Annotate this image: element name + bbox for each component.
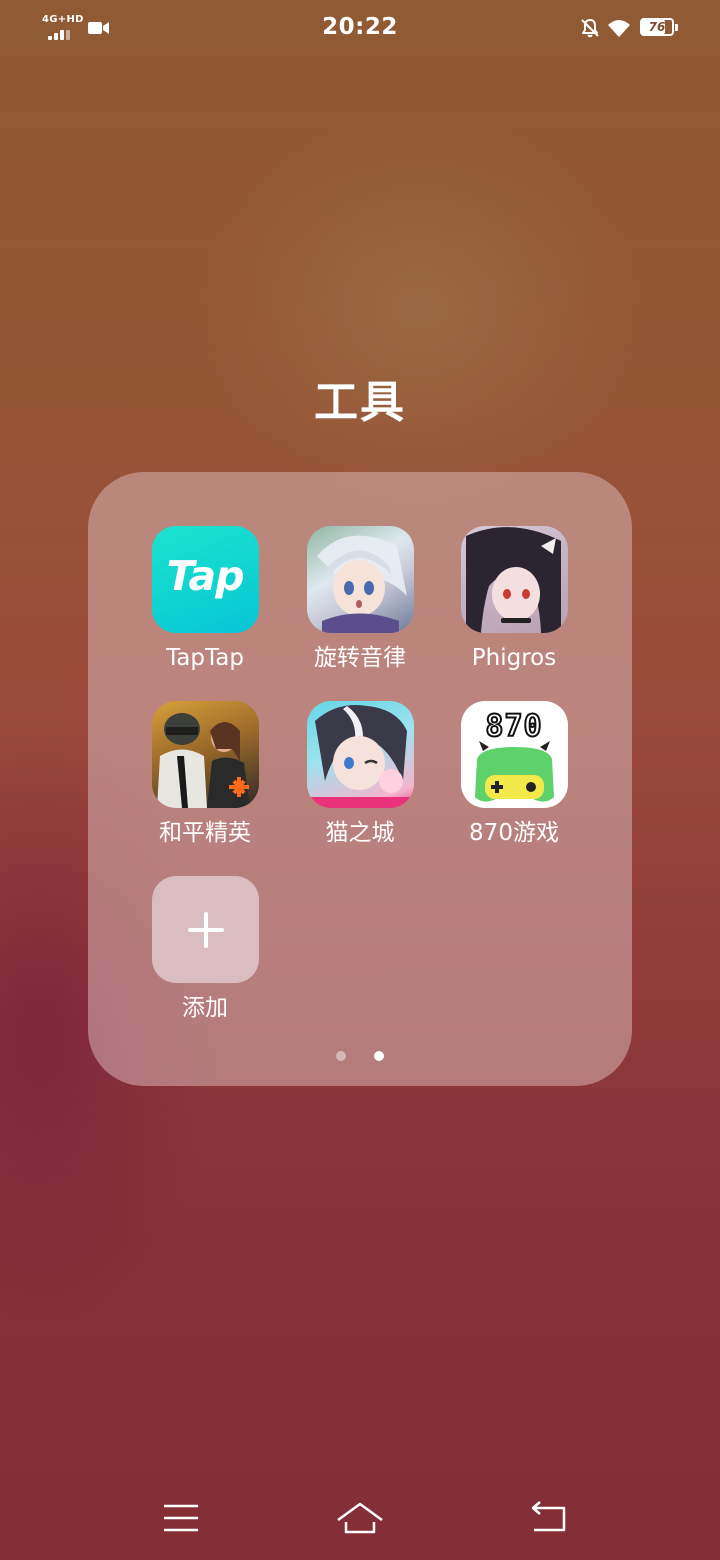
app-label: 和平精英 (159, 820, 251, 846)
page-indicator (88, 1046, 632, 1061)
cat-fantasy-app-icon (306, 701, 414, 808)
app-game-for-peace[interactable]: 和平精英 (130, 701, 280, 848)
folder-panel: Tap TapTap 旋转音律 Phigros 和平精英 猫之城 870 870… (88, 472, 632, 1086)
rotaeno-app-icon (306, 526, 414, 633)
home-icon (337, 1502, 383, 1534)
app-870-games[interactable]: 870 870游戏 (439, 701, 589, 848)
app-phigros[interactable]: Phigros (439, 526, 589, 673)
folder-title[interactable]: 工具 (0, 366, 720, 430)
870-games-app-icon: 870 (460, 701, 568, 808)
battery-icon: 76 (640, 18, 680, 38)
app-rotaeno[interactable]: 旋转音律 (285, 526, 435, 673)
back-button[interactable] (526, 1490, 570, 1546)
menu-icon (164, 1504, 198, 1532)
add-label: 添加 (182, 995, 228, 1021)
plus-icon (151, 876, 259, 983)
app-label: Phigros (471, 645, 557, 671)
app-label: 猫之城 (325, 820, 395, 846)
wifi-icon (608, 20, 630, 37)
bell-off-icon (581, 19, 599, 38)
home-button[interactable] (334, 1490, 386, 1546)
status-bar: 4G+HD 20:22 76 (0, 0, 720, 56)
app-label: TapTap (166, 645, 244, 671)
phigros-app-icon (460, 526, 568, 633)
app-taptap[interactable]: Tap TapTap (130, 526, 280, 673)
battery-level: 76 (648, 20, 666, 34)
add-app-button[interactable]: 添加 (130, 876, 280, 1023)
back-icon (531, 1501, 566, 1532)
game-for-peace-app-icon (151, 701, 259, 808)
taptap-app-icon: Tap (151, 526, 259, 633)
app-label: 870游戏 (469, 820, 559, 846)
page-dot-2[interactable] (373, 1051, 384, 1061)
home-screen: 4G+HD 20:22 76 工具 Tap TapTap 旋转音律 Phigro… (0, 0, 720, 1560)
page-dot-1[interactable] (336, 1051, 347, 1061)
menu-button[interactable] (160, 1490, 202, 1546)
app-label: 旋转音律 (314, 645, 406, 671)
app-cat-fantasy[interactable]: 猫之城 (285, 701, 435, 848)
